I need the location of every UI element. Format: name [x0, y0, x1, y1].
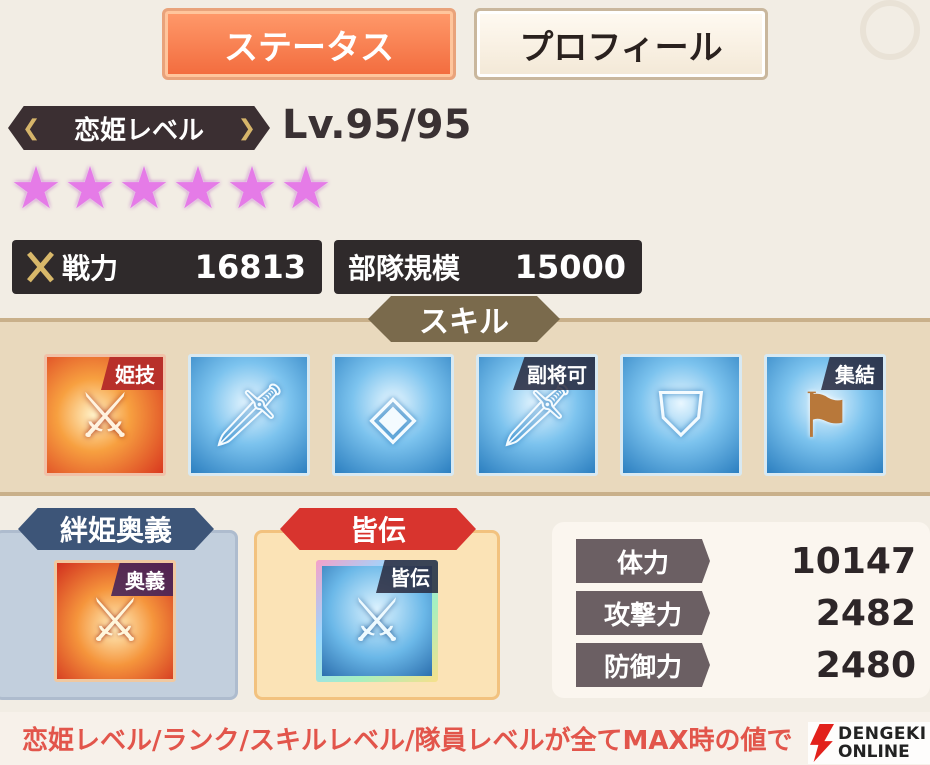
diamond-emblem-icon: ◈ — [369, 378, 417, 452]
rank-star-icon: ★ — [64, 154, 116, 222]
minaden-tag: 皆伝 — [376, 560, 438, 593]
koihime-level-banner: ❮ 恋姫レベル ❯ — [8, 106, 270, 150]
stat-attack: 攻撃力 2482 — [576, 590, 916, 636]
stat-hp: 体力 10147 — [576, 538, 916, 584]
stat-hp-label: 体力 — [576, 539, 710, 583]
army-size-stat: 部隊規模 15000 — [334, 240, 642, 294]
skill-slot-6[interactable]: ⚑ 集結 — [764, 354, 886, 476]
rank-star-icon: ★ — [280, 154, 332, 222]
background-swirl-decoration — [860, 0, 920, 60]
koihime-level-label: 恋姫レベル — [73, 115, 204, 146]
lightning-bolt-icon — [810, 724, 834, 762]
skill-tag: 集結 — [821, 357, 883, 390]
kizuna-ougi-title: 絆姫奥義 — [18, 508, 214, 550]
skill-slot-2[interactable]: 🗡 — [188, 354, 310, 476]
minaden-skill[interactable]: ⚔ 皆伝 — [316, 560, 438, 682]
koihime-level-value: Lv.95/95 — [282, 102, 472, 148]
stat-hp-value: 10147 — [790, 540, 916, 582]
skill-slot-4[interactable]: 🗡 副将可 — [476, 354, 598, 476]
stat-attack-label: 攻撃力 — [576, 591, 710, 635]
tab-status[interactable]: ステータス — [162, 8, 456, 80]
skill-tag: 副将可 — [513, 357, 595, 390]
rank-star-icon: ★ — [226, 154, 278, 222]
footer-note: 恋姫レベル/ランク/スキルレベル/隊員レベルが全てMAX時の値で — [22, 726, 793, 756]
logo-line-2: ONLINE — [838, 742, 910, 762]
rank-star-icon: ★ — [118, 154, 170, 222]
minaden-title: 皆伝 — [280, 508, 476, 550]
chevron-right-icon: ❯ — [237, 115, 256, 141]
power-label: 戦力 — [62, 252, 119, 285]
warriors-icon: ⚔ — [88, 586, 142, 656]
power-stat: 戦力 16813 — [12, 240, 322, 294]
spear-warrior-icon: ⚔ — [350, 586, 404, 656]
stat-defense-label: 防御力 — [576, 643, 710, 687]
skill-slot-5[interactable]: ⛉ — [620, 354, 742, 476]
skill-slot-1[interactable]: ⚔ 姫技 — [44, 354, 166, 476]
skill-slot-3[interactable]: ◈ — [332, 354, 454, 476]
rank-stars: ★ ★ ★ ★ ★ ★ — [10, 154, 332, 222]
tab-profile[interactable]: プロフィール — [474, 8, 768, 80]
sword-icon: 🗡 — [209, 378, 289, 451]
stat-defense-value: 2480 — [815, 644, 916, 686]
dengeki-online-logo: DENGEKI ONLINE — [808, 722, 930, 764]
stat-attack-value: 2482 — [815, 592, 916, 634]
skill-tag: 姫技 — [101, 357, 163, 390]
power-value: 16813 — [194, 248, 306, 286]
army-size-value: 15000 — [514, 248, 626, 286]
ougi-tag: 奥義 — [111, 563, 173, 596]
chevron-left-icon: ❮ — [22, 115, 41, 141]
logo-line-1: DENGEKI — [838, 724, 927, 744]
stat-defense: 防御力 2480 — [576, 642, 916, 688]
crossed-swords-icon — [18, 245, 62, 289]
army-size-label: 部隊規模 — [348, 252, 461, 285]
kizuna-ougi-skill[interactable]: ⚔ 奥義 — [54, 560, 176, 682]
rank-star-icon: ★ — [172, 154, 224, 222]
shields-icon: ⛉ — [657, 378, 705, 451]
skill-section-title: スキル — [368, 296, 560, 342]
rank-star-icon: ★ — [10, 154, 62, 222]
